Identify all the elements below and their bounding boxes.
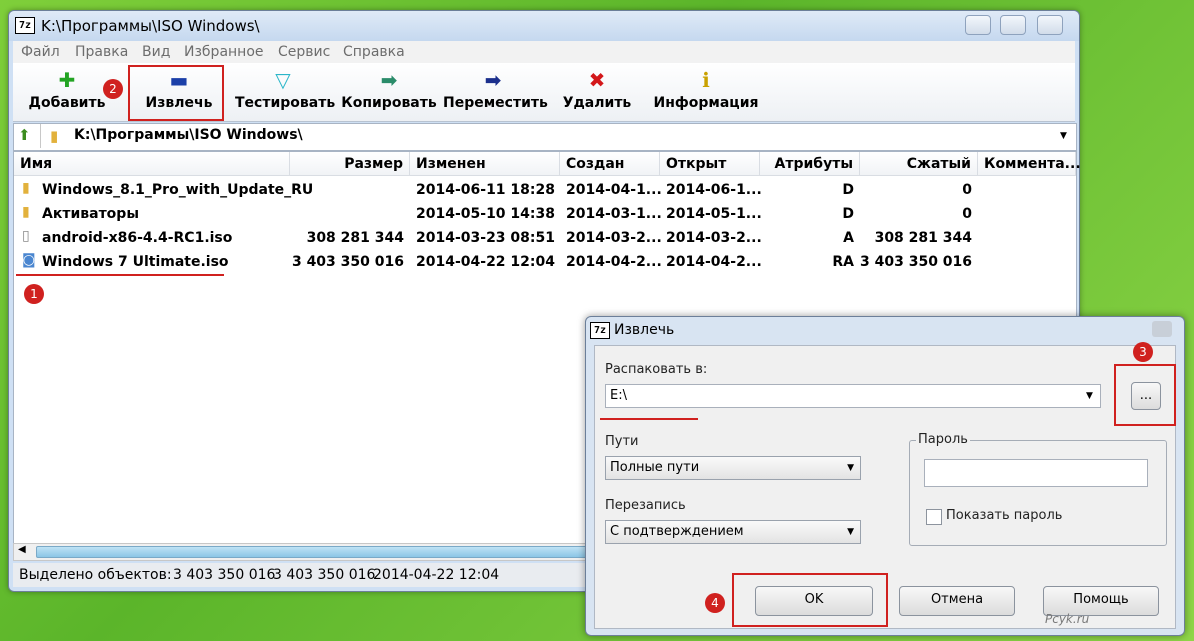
col-size[interactable]: Размер: [290, 152, 410, 176]
minimize-button[interactable]: [965, 15, 991, 35]
address-bar: ⬆ ▮ K:\Программы\ISO Windows\ ▼: [13, 123, 1077, 151]
chevron-down-icon: ▼: [847, 527, 854, 537]
step-badge-2: 2: [103, 79, 123, 99]
table-row[interactable]: ◙ Windows 7 Ultimate.iso 3 403 350 016 2…: [14, 250, 1076, 274]
step-badge-3: 3: [1133, 342, 1153, 362]
copy-button[interactable]: ➡ Копировать: [341, 63, 437, 121]
col-comment[interactable]: Коммента...: [978, 152, 1081, 176]
step-badge-4: 4: [705, 593, 725, 613]
highlight-ok: [732, 573, 888, 627]
delete-x-icon: ✖: [588, 68, 606, 92]
col-opened[interactable]: Открыт: [660, 152, 760, 176]
chevron-down-icon[interactable]: ▼: [1060, 131, 1067, 141]
chevron-down-icon: ▼: [847, 463, 854, 473]
check-icon: ▽: [275, 68, 291, 92]
maximize-button[interactable]: [1000, 15, 1026, 35]
password-input[interactable]: [924, 459, 1148, 487]
close-button[interactable]: [1037, 15, 1063, 35]
watermark: Pcyk.ru: [1045, 612, 1090, 626]
copy-arrow-icon: ➡: [380, 68, 398, 92]
plus-icon: ✚: [58, 68, 76, 92]
highlight-browse: [1114, 364, 1176, 426]
scroll-thumb[interactable]: [36, 546, 598, 558]
table-row[interactable]: ▯ android-x86-4.4-RC1.iso 308 281 344 20…: [14, 226, 1076, 250]
dialog-close-button[interactable]: [1152, 321, 1172, 337]
step-badge-1: 1: [24, 284, 44, 304]
scroll-left-icon[interactable]: ◀: [18, 544, 26, 555]
col-packed[interactable]: Сжатый: [860, 152, 978, 176]
window-title: K:\Программы\ISO Windows\: [41, 17, 260, 35]
dialog-title: Извлечь: [614, 322, 675, 338]
table-row[interactable]: ▮ Windows_8.1_Pro_with_Update_RU 2014-06…: [14, 178, 1076, 202]
underline-selected-file: [16, 274, 224, 276]
status-packed: 3 403 350 016: [273, 567, 376, 583]
up-folder-icon[interactable]: ⬆: [18, 126, 31, 144]
add-button[interactable]: ✚ Добавить: [27, 63, 107, 121]
app-icon: 7z: [15, 17, 35, 34]
password-group-label: Пароль: [916, 432, 970, 447]
info-button[interactable]: ℹ Информация: [653, 63, 759, 121]
paths-label: Пути: [605, 434, 639, 449]
show-password-label: Показать пароль: [946, 508, 1063, 523]
folder-icon: ▮: [22, 180, 30, 196]
col-modified[interactable]: Изменен: [410, 152, 560, 176]
menu-bar: Файл Правка Вид Избранное Сервис Справка: [13, 41, 1075, 63]
col-attributes[interactable]: Атрибуты: [760, 152, 860, 176]
status-size: 3 403 350 016: [173, 567, 276, 583]
title-bar[interactable]: 7z K:\Программы\ISO Windows\: [9, 11, 1079, 41]
menu-help[interactable]: Справка: [343, 44, 405, 60]
folder-icon: ▮: [22, 204, 30, 220]
test-button[interactable]: ▽ Тестировать: [235, 63, 335, 121]
col-name[interactable]: Имя: [14, 152, 290, 176]
folder-icon: ▮: [50, 127, 59, 145]
status-date: 2014-04-22 12:04: [373, 567, 500, 583]
password-group: Пароль Показать пароль: [909, 432, 1167, 546]
info-icon: ℹ: [702, 68, 710, 92]
highlight-extract: [128, 65, 224, 121]
status-selected-label: Выделено объектов:: [19, 567, 172, 583]
paths-select[interactable]: Полные пути ▼: [605, 456, 861, 480]
table-row[interactable]: ▮ Активаторы 2014-05-10 14:38 2014-03-1.…: [14, 202, 1076, 226]
move-arrow-icon: ➡: [484, 68, 502, 92]
extract-path-field[interactable]: E:\ ▼: [605, 384, 1101, 408]
delete-button[interactable]: ✖ Удалить: [561, 63, 633, 121]
iso-icon: ◙: [22, 252, 36, 268]
overwrite-select[interactable]: С подтверждением ▼: [605, 520, 861, 544]
show-password-checkbox[interactable]: [926, 509, 942, 525]
address-path[interactable]: K:\Программы\ISO Windows\: [74, 127, 303, 143]
menu-tools[interactable]: Сервис: [278, 44, 330, 60]
file-icon: ▯: [22, 228, 30, 244]
chevron-down-icon[interactable]: ▼: [1086, 391, 1093, 401]
overwrite-label: Перезапись: [605, 498, 686, 513]
app-icon: 7z: [590, 322, 610, 339]
menu-edit[interactable]: Правка: [75, 44, 128, 60]
menu-view[interactable]: Вид: [142, 44, 170, 60]
col-created[interactable]: Создан: [560, 152, 660, 176]
menu-favorites[interactable]: Избранное: [184, 44, 264, 60]
menu-file[interactable]: Файл: [21, 44, 60, 60]
underline-extract-path: [600, 418, 698, 420]
extract-to-label: Распаковать в:: [605, 362, 708, 377]
move-button[interactable]: ➡ Переместить: [443, 63, 548, 121]
cancel-button[interactable]: Отмена: [899, 586, 1015, 616]
